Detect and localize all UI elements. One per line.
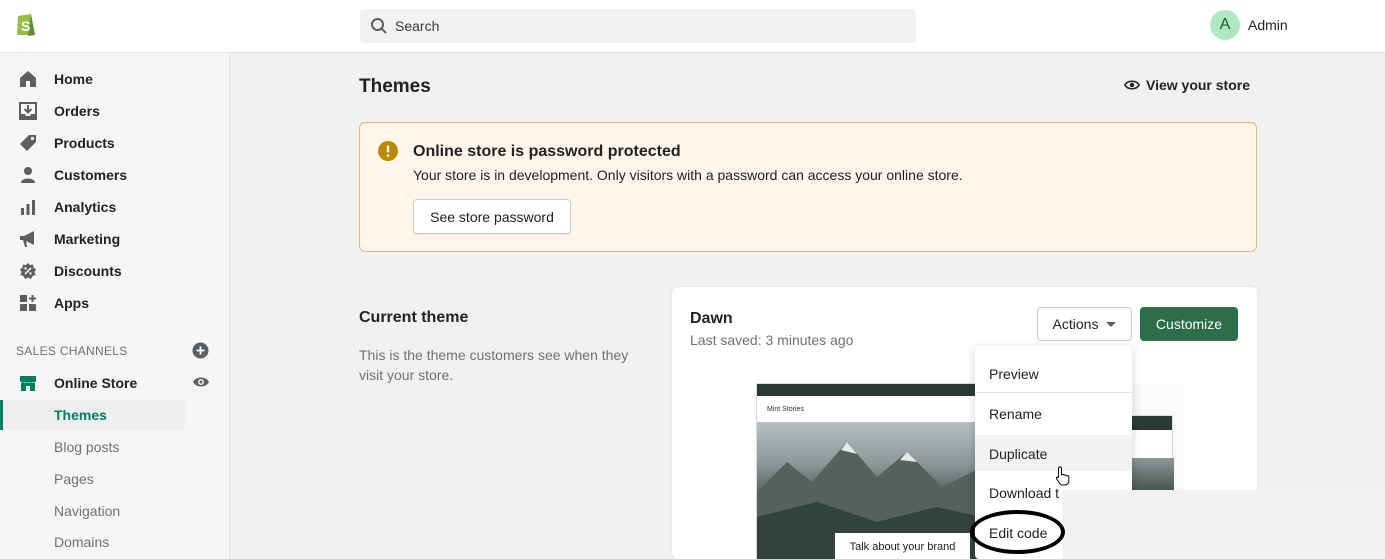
sidebar-item-apps[interactable]: Apps xyxy=(18,290,89,316)
banner-text: Your store is in development. Only visit… xyxy=(413,167,963,183)
user-name: Admin xyxy=(1248,17,1288,33)
current-theme-description: This is the theme customers see when the… xyxy=(359,347,629,383)
preview-header: Mint Stories xyxy=(757,396,980,422)
see-store-password-button[interactable]: See store password xyxy=(413,199,571,234)
overlay-panel xyxy=(1062,490,1385,559)
sidebar-subitem-pages[interactable]: Pages xyxy=(54,471,94,487)
shopify-logo-icon[interactable]: S xyxy=(14,11,38,37)
sidebar-subitem-domains[interactable]: Domains xyxy=(54,534,109,550)
preview-store-name: Mint Stories xyxy=(767,405,804,413)
sidebar-item-label: Orders xyxy=(54,103,100,119)
sidebar-item-orders[interactable]: Orders xyxy=(18,98,100,124)
sales-channels-label: SALES CHANNELS xyxy=(16,344,128,358)
sidebar-subitem-navigation[interactable]: Navigation xyxy=(54,503,120,519)
menu-item-rename[interactable]: Rename xyxy=(989,406,1042,422)
menu-item-preview[interactable]: Preview xyxy=(989,366,1039,382)
theme-last-saved: Last saved: 3 minutes ago xyxy=(690,332,854,348)
megaphone-icon xyxy=(18,229,38,249)
sidebar-subitem-blog-posts[interactable]: Blog posts xyxy=(54,439,119,455)
sidebar-item-marketing[interactable]: Marketing xyxy=(18,226,120,252)
sidebar-item-analytics[interactable]: Analytics xyxy=(18,194,116,220)
menu-item-download[interactable]: Download t xyxy=(989,485,1059,501)
actions-button[interactable]: Actions xyxy=(1037,307,1132,341)
customize-button[interactable]: Customize xyxy=(1140,307,1238,341)
highlight-circle xyxy=(970,510,1065,554)
eye-icon xyxy=(1124,80,1140,90)
sidebar-item-label: Marketing xyxy=(54,231,121,247)
page-title: Themes xyxy=(359,76,431,97)
mobile-preview-header xyxy=(1132,416,1172,430)
theme-name: Dawn xyxy=(690,310,733,327)
preview-brand-box: Talk about your brand xyxy=(835,533,970,559)
person-icon xyxy=(18,165,38,185)
sidebar-item-customers[interactable]: Customers xyxy=(18,162,127,188)
bar-chart-icon xyxy=(18,197,38,217)
tag-icon xyxy=(18,133,38,153)
search-icon xyxy=(371,18,387,34)
search-bar[interactable] xyxy=(360,9,916,43)
view-store-link[interactable]: View your store xyxy=(1124,77,1250,93)
view-store-label: View your store xyxy=(1146,77,1251,93)
apps-icon xyxy=(18,293,38,313)
actions-label: Actions xyxy=(1052,316,1099,332)
sidebar-item-label: Analytics xyxy=(54,199,117,215)
sidebar-item-label: Products xyxy=(54,135,115,151)
menu-divider xyxy=(975,392,1132,393)
sidebar-item-discounts[interactable]: Discounts xyxy=(18,258,122,284)
sidebar: Home Orders Products Customers Analytics… xyxy=(0,53,230,559)
home-icon xyxy=(18,69,38,89)
menu-item-duplicate[interactable]: Duplicate xyxy=(989,446,1047,462)
orders-icon xyxy=(18,101,38,121)
sidebar-item-home[interactable]: Home xyxy=(18,66,93,92)
eye-icon[interactable] xyxy=(192,375,210,389)
banner-title: Online store is password protected xyxy=(413,143,681,160)
sidebar-item-label: Online Store xyxy=(54,375,138,391)
preview-announcement-bar xyxy=(757,384,980,396)
svg-text:S: S xyxy=(21,18,30,34)
mobile-preview xyxy=(1131,415,1174,496)
discount-icon xyxy=(18,261,38,281)
warning-icon xyxy=(378,141,398,161)
search-input[interactable] xyxy=(395,18,875,34)
sidebar-item-label: Discounts xyxy=(54,263,122,279)
desktop-preview: Mint Stories Talk about your brand xyxy=(756,383,982,559)
top-bar: S A Admin xyxy=(0,0,1385,53)
current-theme-heading: Current theme xyxy=(359,309,469,326)
caret-down-icon xyxy=(1106,321,1117,327)
user-menu[interactable]: A Admin xyxy=(1210,10,1288,40)
add-circle-icon[interactable] xyxy=(192,342,209,359)
avatar[interactable]: A xyxy=(1210,10,1240,40)
password-banner: Online store is password protected Your … xyxy=(359,122,1257,252)
active-item-indicator xyxy=(0,400,3,430)
sidebar-item-label: Apps xyxy=(54,295,89,311)
hand-cursor-icon xyxy=(1055,466,1070,486)
sidebar-item-label: Home xyxy=(54,71,93,87)
sidebar-item-products[interactable]: Products xyxy=(18,130,115,156)
sidebar-item-label: Customers xyxy=(54,167,128,183)
store-icon xyxy=(18,373,38,393)
sidebar-subitem-themes[interactable]: Themes xyxy=(54,407,107,423)
sidebar-item-online-store[interactable]: Online Store xyxy=(18,370,137,396)
